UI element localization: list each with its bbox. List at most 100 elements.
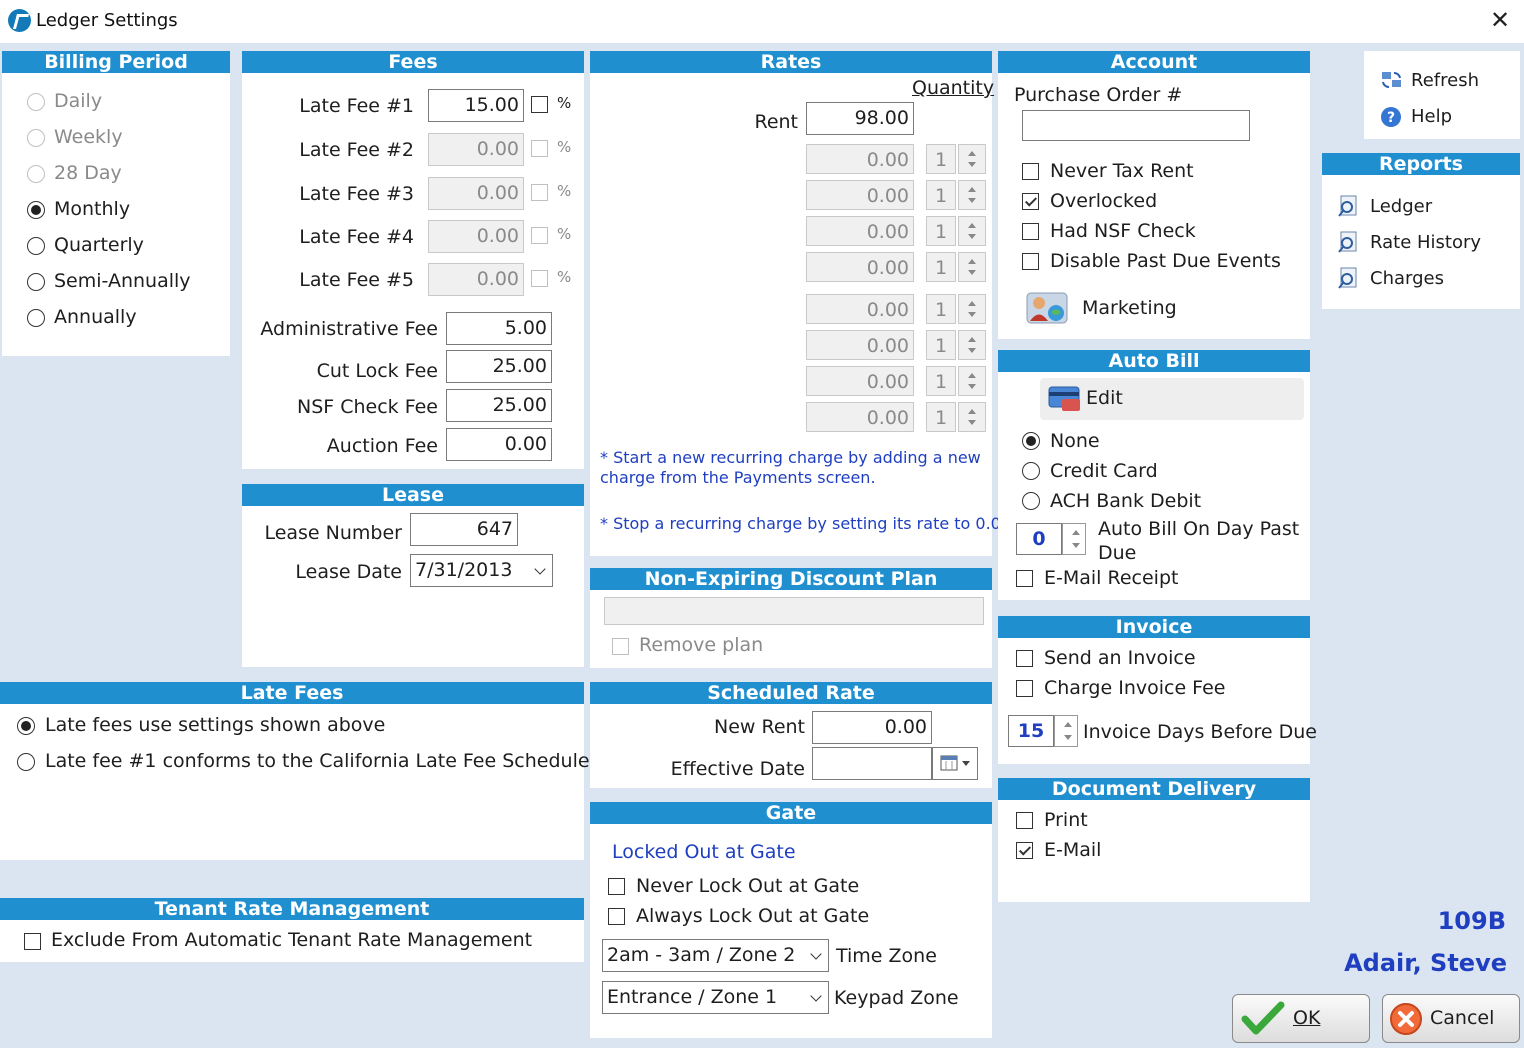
send-invoice-checkbox[interactable] [1016, 650, 1033, 667]
exclude-trm-checkbox[interactable] [24, 933, 41, 950]
email-receipt-checkbox[interactable] [1016, 570, 1033, 587]
radio-daily[interactable] [27, 93, 45, 111]
rate-row-5-qty[interactable]: 1 [926, 294, 956, 324]
charge-invoice-fee-checkbox[interactable] [1016, 680, 1033, 697]
radio-monthly-label: Monthly [54, 198, 131, 220]
never-tax-rent-checkbox[interactable] [1022, 163, 1039, 180]
remove-plan-checkbox[interactable] [612, 638, 629, 655]
help-icon[interactable]: ? [1380, 106, 1404, 128]
late-fees-california-radio[interactable] [17, 753, 35, 771]
autobill-none-radio[interactable] [1022, 432, 1040, 450]
late-fee-3-percent-checkbox[interactable] [531, 184, 548, 201]
purchase-order-input[interactable] [1022, 110, 1250, 141]
lease-number-input[interactable]: 647 [410, 513, 518, 546]
rate-row-6-spinner[interactable] [958, 330, 986, 360]
rate-row-3-input[interactable]: 0.00 [806, 216, 914, 246]
late-fees-settings-radio[interactable] [17, 717, 35, 735]
discount-plan-header: Non-Expiring Discount Plan [590, 568, 992, 590]
late-fee-4-input[interactable]: 0.00 [428, 220, 524, 253]
exclude-trm-label: Exclude From Automatic Tenant Rate Manag… [51, 929, 533, 951]
autobill-edit-button[interactable]: Edit [1040, 378, 1304, 420]
disable-past-due-checkbox[interactable] [1022, 253, 1039, 270]
radio-monthly[interactable] [27, 201, 45, 219]
radio-weekly[interactable] [27, 129, 45, 147]
autobill-ach-radio[interactable] [1022, 492, 1040, 510]
rates-panel: Rates Quantity Rent 98.00 0.00 1 0.00 1 … [590, 51, 1016, 556]
rate-row-2-qty[interactable]: 1 [926, 180, 956, 210]
email-checkbox[interactable] [1016, 842, 1033, 859]
cancel-button[interactable]: Cancel [1382, 994, 1520, 1043]
print-checkbox[interactable] [1016, 812, 1033, 829]
rate-row-5-spinner[interactable] [958, 294, 986, 324]
rate-row-1-spinner[interactable] [958, 144, 986, 174]
radio-annually[interactable] [27, 309, 45, 327]
discount-plan-field[interactable] [604, 597, 984, 625]
scheduled-rate-header: Scheduled Rate [590, 682, 992, 704]
refresh-link[interactable]: Refresh [1411, 70, 1479, 91]
report-ledger-link[interactable]: Ledger [1370, 196, 1432, 217]
auction-fee-input[interactable]: 0.00 [446, 428, 552, 461]
late-fee-4-percent-checkbox[interactable] [531, 227, 548, 244]
radio-semi-annually[interactable] [27, 273, 45, 291]
refresh-icon[interactable] [1380, 69, 1404, 91]
calendar-button[interactable] [932, 747, 978, 780]
autobill-day-spinner[interactable] [1062, 523, 1086, 555]
rate-row-4-qty[interactable]: 1 [926, 252, 956, 282]
radio-28-day[interactable] [27, 165, 45, 183]
late-fee-2-percent-checkbox[interactable] [531, 140, 548, 157]
rate-row-2-input[interactable]: 0.00 [806, 180, 914, 210]
overlocked-checkbox[interactable] [1022, 193, 1039, 210]
ok-button[interactable]: OK [1232, 994, 1370, 1043]
reports-panel: Reports Ledger Rate History Charges [1322, 153, 1520, 309]
lease-date-picker[interactable]: 7/31/2013 [410, 554, 553, 587]
rate-row-5-input[interactable]: 0.00 [806, 294, 914, 324]
late-fee-2-label: Late Fee #2 [299, 139, 414, 161]
autobill-day-input[interactable]: 0 [1016, 523, 1062, 555]
rate-row-7-spinner[interactable] [958, 366, 986, 396]
marketing-button[interactable] [1026, 291, 1070, 325]
rate-row-1-input[interactable]: 0.00 [806, 144, 914, 174]
late-fee-3-input[interactable]: 0.00 [428, 177, 524, 210]
rate-row-6-qty[interactable]: 1 [926, 330, 956, 360]
invoice-days-spinner[interactable] [1054, 715, 1078, 747]
nsf-check-fee-input[interactable]: 25.00 [446, 389, 552, 422]
late-fees-settings-label: Late fees use settings shown above [45, 714, 386, 736]
late-fee-1-percent-checkbox[interactable] [531, 96, 548, 113]
had-nsf-check-checkbox[interactable] [1022, 223, 1039, 240]
chevron-down-icon [810, 990, 822, 1002]
rate-row-4-spinner[interactable] [958, 252, 986, 282]
effective-date-input[interactable] [812, 747, 932, 780]
invoice-days-input[interactable]: 15 [1008, 715, 1054, 747]
tenant-rate-panel: Tenant Rate Management Exclude From Auto… [0, 898, 584, 962]
autobill-credit-card-radio[interactable] [1022, 462, 1040, 480]
rate-row-8-input[interactable]: 0.00 [806, 402, 914, 432]
late-fee-5-input[interactable]: 0.00 [428, 263, 524, 296]
late-fee-2-input[interactable]: 0.00 [428, 133, 524, 166]
cut-lock-fee-input[interactable]: 25.00 [446, 350, 552, 383]
rate-row-7-input[interactable]: 0.00 [806, 366, 914, 396]
late-fee-1-input[interactable]: 15.00 [428, 89, 524, 122]
late-fee-5-percent-checkbox[interactable] [531, 270, 548, 287]
rate-row-8-spinner[interactable] [958, 402, 986, 432]
close-icon[interactable]: ✕ [1486, 6, 1514, 34]
cut-lock-fee-label: Cut Lock Fee [316, 360, 438, 382]
never-lock-out-checkbox[interactable] [608, 878, 625, 895]
always-lock-out-checkbox[interactable] [608, 908, 625, 925]
report-charges-link[interactable]: Charges [1370, 268, 1444, 289]
keypad-zone-dropdown[interactable]: Entrance / Zone 1 [602, 981, 829, 1014]
rate-row-7-qty[interactable]: 1 [926, 366, 956, 396]
time-zone-dropdown[interactable]: 2am - 3am / Zone 2 [602, 939, 829, 972]
administrative-fee-input[interactable]: 5.00 [446, 312, 552, 345]
new-rent-input[interactable]: 0.00 [812, 711, 932, 744]
rate-row-4-input[interactable]: 0.00 [806, 252, 914, 282]
rate-row-3-spinner[interactable] [958, 216, 986, 246]
radio-quarterly[interactable] [27, 237, 45, 255]
rate-row-8-qty[interactable]: 1 [926, 402, 956, 432]
rent-input[interactable]: 98.00 [806, 102, 914, 135]
rate-row-6-input[interactable]: 0.00 [806, 330, 914, 360]
rate-row-2-spinner[interactable] [958, 180, 986, 210]
rate-row-3-qty[interactable]: 1 [926, 216, 956, 246]
report-rate-history-link[interactable]: Rate History [1370, 232, 1481, 253]
rate-row-1-qty[interactable]: 1 [926, 144, 956, 174]
help-link[interactable]: Help [1411, 106, 1452, 127]
